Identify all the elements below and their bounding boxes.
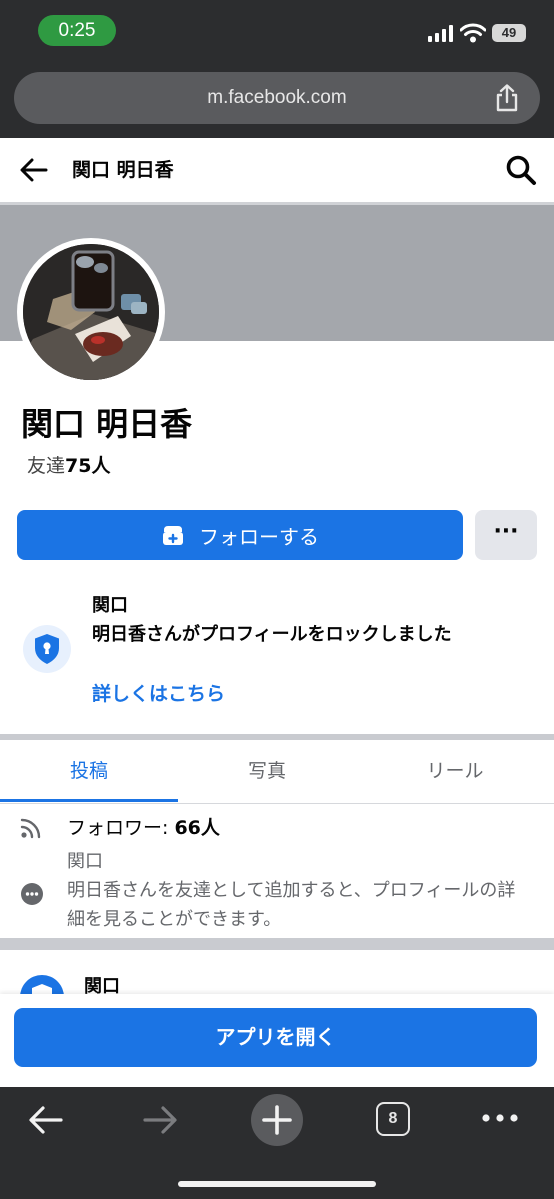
profile-tabs: 投稿 写真 リール [0, 740, 554, 804]
profile-lock-badge [23, 625, 71, 673]
search-icon[interactable] [505, 154, 537, 186]
followers-count[interactable]: フォロワー: 66人 [67, 814, 220, 842]
more-info-icon [21, 883, 43, 905]
more-icon[interactable] [480, 1103, 520, 1133]
tab-reels[interactable]: リール [356, 740, 554, 802]
section-divider [0, 938, 554, 950]
follow-label: フォローする [199, 524, 319, 549]
lock-notice-text: 明日香さんがプロフィールをロックしました [92, 624, 452, 645]
address-bar[interactable]: m.facebook.com [14, 72, 540, 124]
tab-posts[interactable]: 投稿 [0, 740, 178, 802]
followers-number: 66人 [174, 817, 220, 839]
wifi-icon [460, 23, 486, 43]
new-tab-button[interactable] [251, 1094, 303, 1146]
browser-forward-icon[interactable] [142, 1105, 178, 1135]
follow-button-content: フォローする [17, 510, 463, 560]
browser-top-bar: 0:25 49 m.facebook.com [0, 0, 554, 138]
browser-bottom-bar: 8 [0, 1087, 554, 1199]
friends-number: 75人 [65, 455, 111, 477]
follow-button[interactable]: フォローする [17, 510, 463, 560]
back-arrow-icon[interactable] [20, 158, 48, 182]
friends-count[interactable]: 友達75人 [27, 452, 110, 480]
more-options-button[interactable]: ··· [475, 510, 537, 560]
url-text: m.facebook.com [207, 87, 347, 108]
info-name: 関口 [67, 851, 103, 872]
cellular-signal-icon [428, 25, 453, 42]
profile-avatar[interactable] [17, 238, 165, 386]
friends-prefix: 友達 [27, 455, 66, 477]
info-text: 明日香さんを友達として追加すると、プロフィールの詳細を見ることができます。 [67, 880, 516, 930]
open-app-button[interactable]: アプリを開く [14, 1008, 537, 1067]
tab-switcher-button[interactable]: 8 [376, 1102, 410, 1136]
page-title: 関口 明日香 [72, 159, 174, 181]
home-indicator [178, 1181, 376, 1187]
tab-photos[interactable]: 写真 [178, 740, 356, 802]
profile-name: 関口 明日香 [21, 405, 193, 443]
followers-feed-icon [20, 818, 41, 839]
share-icon[interactable] [494, 84, 520, 112]
shield-lock-icon [35, 634, 59, 664]
add-friend-icon [163, 526, 183, 545]
learn-more-link[interactable]: 詳しくはこちら [92, 679, 225, 709]
plus-icon [262, 1105, 292, 1135]
followers-label-text: フォロワー: [67, 817, 175, 839]
battery-icon: 49 [492, 24, 526, 42]
avatar-photo [23, 244, 159, 380]
page-header: 関口 明日香 [0, 138, 554, 205]
lock-notice-title: 関口 [92, 595, 128, 616]
browser-back-icon[interactable] [28, 1105, 64, 1135]
lock-notice-card: 関口 [0, 950, 554, 1019]
open-app-bar: アプリを開く [0, 994, 554, 1087]
status-time: 0:25 [38, 15, 116, 46]
